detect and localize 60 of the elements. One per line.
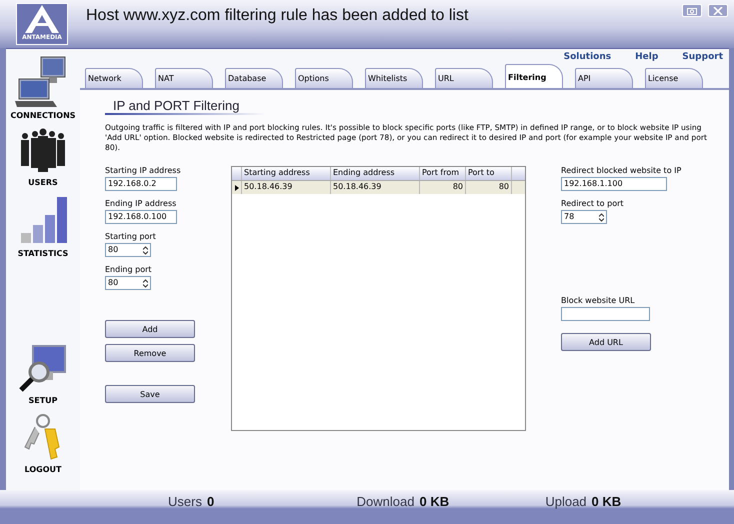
- status-value: 0 KB: [592, 494, 622, 509]
- field-label: Starting port: [105, 232, 157, 241]
- field-label: Starting IP address: [105, 166, 182, 175]
- action-button[interactable]: Add: [105, 320, 195, 338]
- tab[interactable]: Filtering: [505, 64, 563, 88]
- field-label: Ending port: [105, 265, 153, 274]
- close-button[interactable]: [708, 4, 728, 17]
- input-field[interactable]: 192.168.0.2: [105, 177, 177, 191]
- spin-field[interactable]: 80: [105, 276, 151, 290]
- column-header[interactable]: Port from: [420, 167, 466, 180]
- sidebar-item[interactable]: LOGOUT: [24, 465, 62, 474]
- column-header[interactable]: Port to: [466, 167, 512, 180]
- tab[interactable]: NAT: [155, 68, 213, 88]
- column-header[interactable]: Ending address: [331, 167, 420, 180]
- field-label: Block website URL: [561, 296, 636, 305]
- spinner-icon[interactable]: [143, 246, 148, 255]
- table-cell: 80: [466, 181, 512, 194]
- tab[interactable]: API: [575, 68, 633, 88]
- camera-icon: [687, 6, 697, 14]
- spin-field[interactable]: 78: [561, 210, 607, 224]
- url-field[interactable]: [561, 307, 650, 321]
- add-url-button[interactable]: Add URL: [561, 333, 651, 351]
- magnifier-monitor-icon[interactable]: [17, 344, 69, 394]
- tab[interactable]: Options: [295, 68, 353, 88]
- table-cell: 80: [420, 181, 466, 194]
- status-label: Users: [168, 494, 202, 509]
- sidebar-item[interactable]: SETUP: [28, 396, 58, 405]
- sidebar-item[interactable]: USERS: [28, 178, 58, 187]
- tab[interactable]: Network: [85, 68, 143, 88]
- sidebar-item[interactable]: CONNECTIONS: [10, 111, 76, 120]
- spin-field[interactable]: 80: [105, 243, 151, 257]
- tab[interactable]: Database: [225, 68, 283, 88]
- top-link[interactable]: Support: [682, 52, 723, 64]
- column-header[interactable]: Starting address: [242, 167, 331, 180]
- input-field[interactable]: 192.168.0.100: [105, 210, 177, 224]
- table-cell: 50.18.46.39: [331, 181, 420, 194]
- camera-button[interactable]: [682, 4, 702, 17]
- status-label: Download: [356, 494, 414, 509]
- tab[interactable]: License: [645, 68, 703, 88]
- tab[interactable]: URL: [435, 68, 493, 88]
- top-link[interactable]: Help: [635, 52, 658, 64]
- save-button[interactable]: Save: [105, 385, 195, 403]
- window-title: Host www.xyz.com filtering rule has been added to list: [86, 7, 468, 25]
- table-cell: 50.18.46.39: [242, 181, 331, 194]
- field-label: Redirect blocked website to IP: [561, 166, 682, 175]
- field-label: Ending IP address: [105, 199, 178, 208]
- action-button[interactable]: Remove: [105, 344, 195, 362]
- status-value: 0: [206, 494, 214, 509]
- spinner-icon[interactable]: [143, 279, 148, 288]
- input-field[interactable]: 192.168.1.100: [561, 177, 667, 191]
- sidebar-item[interactable]: STATISTICS: [18, 249, 68, 258]
- top-link[interactable]: Solutions: [564, 52, 612, 64]
- section-heading: IP and PORT Filtering: [112, 98, 240, 113]
- status-value: 0 KB: [420, 494, 450, 509]
- field-label: Redirect to port: [561, 199, 625, 208]
- row-pointer-icon: [234, 184, 238, 190]
- spinner-icon[interactable]: [599, 213, 604, 222]
- tab[interactable]: Whitelists: [365, 68, 423, 88]
- status-label: Upload: [545, 494, 587, 509]
- close-icon: [713, 6, 723, 14]
